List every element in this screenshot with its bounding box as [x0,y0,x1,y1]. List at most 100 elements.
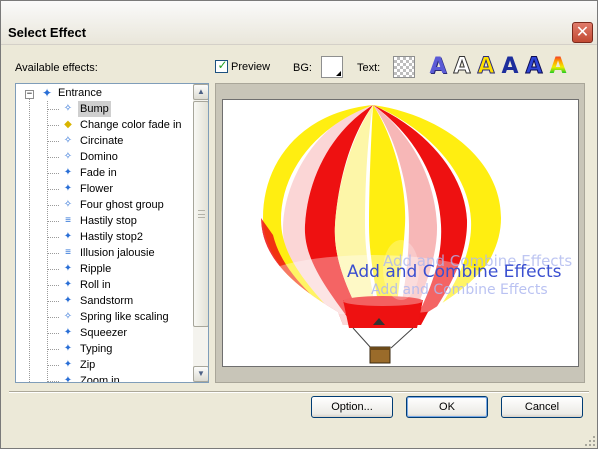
preview-pane: Add and Combine Effects Add and Combine … [215,83,585,383]
tree-item-label: Flower [80,183,114,195]
ghost-effect-text-lower: Add and Combine Effects [371,282,548,298]
tree-item-label: Spring like scaling [80,311,169,323]
tree-item-sandstorm[interactable]: ✦ Sandstorm [16,293,192,309]
lines-star-icon: ≡ [65,247,71,258]
tree-item-squeezer[interactable]: ✦ Squeezer [16,325,192,341]
collapse-toggle[interactable]: − [25,90,34,99]
close-button[interactable]: ✕ [572,22,593,43]
preview-checkbox[interactable]: ✓ [215,58,228,73]
button-separator [9,391,589,393]
text-style-outline-button[interactable]: A [451,54,473,79]
tree-item-label: Hastily stop2 [80,231,143,243]
cancel-button[interactable]: Cancel [501,396,583,418]
tree-item-change-color-fade-in[interactable]: ◆ Change color fade in [16,117,192,133]
tree-item-ripple[interactable]: ✦ Ripple [16,261,192,277]
text-label: Text: [357,62,381,74]
preview-label: Preview [231,61,271,73]
tree-item-bump[interactable]: ✧ Bump [16,101,192,117]
select-effect-dialog: Select Effect ✕ Available effects: ✓ Pre… [0,0,598,449]
tree-vertical-scrollbar[interactable]: ▲ ▼ [193,84,208,382]
scroll-thumb[interactable] [193,101,208,327]
tree-guide-line [47,269,59,270]
tree-item-roll-in[interactable]: ✦ Roll in [16,277,192,293]
tree-item-label: Illusion jalousie [80,247,155,259]
ok-button[interactable]: OK [406,396,488,418]
tree-guide-line [47,205,59,206]
scroll-down-button[interactable]: ▼ [193,366,208,382]
tree-item-label: Ripple [80,263,112,275]
text-style-glyph: A [453,54,471,79]
text-style-blue-outline-button[interactable]: A [523,54,545,79]
text-style-yellow-outline-button[interactable]: A [475,54,497,79]
tree-guide-line [47,189,59,190]
tree-item-label: Sandstorm [80,295,134,307]
chevron-down-icon: ▼ [197,369,205,378]
text-style-glyph: A [525,54,543,79]
tree-guide-line [47,349,59,350]
close-icon: ✕ [575,22,590,41]
tree-item-zoom-in[interactable]: ✦ Zoom in [16,373,192,382]
tree-guide-line [47,301,59,302]
chevron-up-icon: ▲ [197,87,205,96]
tree-item-label: Zip [80,359,96,371]
tree-guide-line [47,109,59,110]
fade-star-icon: ✦ [63,295,73,306]
tree-item-label: Circinate [80,135,124,147]
tree-item-label: Roll in [80,279,111,291]
tree-item-hastily-stop[interactable]: ≡ Hastily stop [16,213,192,229]
hot-air-balloon-image [253,105,503,364]
fade-star-icon: ✦ [63,375,73,382]
tree-item-four-ghost-group[interactable]: ✧ Four ghost group [16,197,192,213]
fade-star-icon: ✦ [63,343,73,354]
effects-tree-content: − ✦ Entrance ✧ Bump ◆ Change color fade in ✧… [16,84,192,382]
text-style-glyph: A [477,54,495,79]
tree-item-label: Bump [78,101,111,117]
tree-item-illusion-jalousie[interactable]: ≡ Illusion jalousie [16,245,192,261]
color-fade-icon: ◆ [64,119,72,130]
bg-color-picker[interactable] [321,56,343,78]
text-style-glyph: A [429,54,447,79]
tree-item-zip[interactable]: ✦ Zip [16,357,192,373]
tree-item-domino[interactable]: ✧ Domino [16,149,192,165]
tree-item-hastily-stop2[interactable]: ✦ Hastily stop2 [16,229,192,245]
tree-item-label: Four ghost group [80,199,164,211]
fade-star-icon: ✦ [63,327,73,338]
tree-guide-line [47,317,59,318]
tree-guide-line [47,141,59,142]
text-style-glyph: A [501,54,519,79]
dotted-star-icon: ✧ [63,135,73,146]
tree-item-label: Hastily stop [80,215,137,227]
tree-guide-line [47,237,59,238]
tree-item-label: Change color fade in [80,119,182,131]
option-button[interactable]: Option... [311,396,393,418]
text-style-blue-bold-button[interactable]: A [499,55,521,79]
tree-root-entrance[interactable]: Entrance [58,85,102,101]
tree-item-spring-like-scaling[interactable]: ✧ Spring like scaling [16,309,192,325]
tree-item-typing[interactable]: ✦ Typing [16,341,192,357]
tree-item-label: Squeezer [80,327,128,339]
effects-tree[interactable]: − ✦ Entrance ✧ Bump ◆ Change color fade in ✧… [15,83,209,383]
effect-preview-text: Add and Combine Effects [347,262,562,282]
tree-item-flower[interactable]: ✦ Flower [16,181,192,197]
text-style-blue-shadow-button[interactable]: A [427,55,449,79]
dotted-star-icon: ✧ [63,199,73,210]
tree-guide-line [47,157,59,158]
tree-item-label: Domino [80,151,118,163]
tree-guide-line [47,333,59,334]
resize-grip-icon[interactable] [583,434,595,446]
tree-item-circinate[interactable]: ✧ Circinate [16,133,192,149]
preview-canvas: Add and Combine Effects Add and Combine … [222,99,579,367]
text-style-rainbow-button[interactable]: A [547,55,569,79]
lines-star-icon: ≡ [65,215,71,226]
entrance-star-icon: ✦ [41,86,53,100]
grip-lines-icon [198,210,205,218]
tree-item-fade-in[interactable]: ✦ Fade in [16,165,192,181]
text-style-glyph: A [549,54,567,79]
tree-guide-line [47,125,59,126]
text-color-picker[interactable] [393,56,415,78]
fade-star-icon: ✦ [63,279,73,290]
dialog-title: Select Effect [8,25,87,40]
fade-star-icon: ✦ [63,183,73,194]
fade-star-icon: ✦ [63,231,73,242]
scroll-up-button[interactable]: ▲ [193,84,208,100]
